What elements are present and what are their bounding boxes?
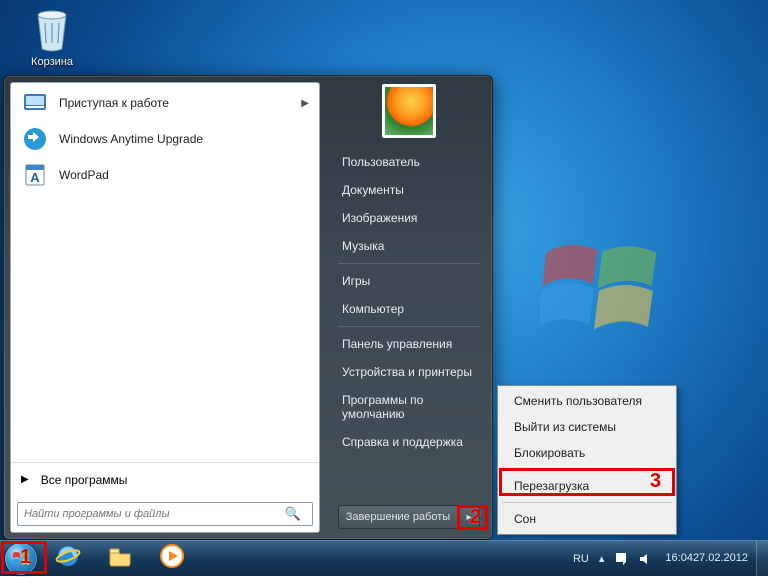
svg-text:A: A [30,170,40,185]
tray-show-hidden-icon[interactable]: ▴ [594,541,610,576]
link-computer[interactable]: Компьютер [326,295,492,323]
power-sleep[interactable]: Сон [500,506,674,532]
recycle-bin-desktop-icon[interactable]: Корзина [20,5,84,68]
separator [502,469,672,470]
power-restart[interactable]: Перезагрузка [500,473,674,499]
link-pictures[interactable]: Изображения [326,204,492,232]
search-box-container: 🔍 [17,502,313,526]
power-lock[interactable]: Блокировать [500,440,674,466]
media-player-icon [159,543,185,574]
start-menu-left-pane: Приступая к работе ▶ Windows Anytime Upg… [10,82,320,533]
power-log-off[interactable]: Выйти из системы [500,414,674,440]
submenu-arrow-icon: ▶ [301,98,309,109]
tray-volume-icon[interactable] [633,541,657,576]
avatar-image [385,87,433,135]
program-anytime-upgrade[interactable]: Windows Anytime Upgrade [13,121,317,157]
getting-started-icon [21,89,49,117]
wordpad-icon: A [21,161,49,189]
power-switch-user[interactable]: Сменить пользователя [500,388,674,414]
shutdown-menu-arrow[interactable]: ▸ [458,505,480,529]
tray-date: 27.02.2012 [693,552,748,565]
user-avatar[interactable] [382,84,436,138]
tray-action-center-icon[interactable] [609,541,633,576]
link-help-support[interactable]: Справка и поддержка [326,428,492,456]
windows-logo-watermark [540,230,660,340]
search-icon: 🔍 [285,506,301,522]
taskbar-pin-explorer[interactable] [95,544,145,574]
tray-time: 16:04 [665,552,693,565]
all-programs-label: Все программы [41,473,128,487]
all-programs-arrow-icon: ▶ [21,474,29,485]
shutdown-button[interactable]: Завершение работы [338,505,458,529]
start-menu-right-pane: Пользователь Документы Изображения Музык… [326,76,492,539]
program-label: Приступая к работе [59,96,169,110]
link-music[interactable]: Музыка [326,232,492,260]
link-games[interactable]: Игры [326,267,492,295]
file-explorer-icon [107,543,133,574]
search-input[interactable] [17,502,313,526]
separator [338,263,480,264]
tray-language[interactable]: RU [568,541,594,576]
power-options-submenu: Сменить пользователя Выйти из системы Бл… [497,385,677,535]
program-wordpad[interactable]: A WordPad [13,157,317,193]
start-orb-icon [5,543,37,575]
start-menu: Приступая к работе ▶ Windows Anytime Upg… [3,75,493,540]
link-user[interactable]: Пользователь [326,148,492,176]
recycle-bin-label: Корзина [31,56,73,68]
pinned-programs-list: Приступая к работе ▶ Windows Anytime Upg… [11,83,319,462]
separator [502,502,672,503]
program-label: Windows Anytime Upgrade [59,132,203,146]
program-label: WordPad [59,168,109,182]
taskbar: RU ▴ 16:04 27.02.2012 [0,540,768,576]
show-desktop-button[interactable] [756,541,768,577]
taskbar-pin-ie[interactable] [43,544,93,574]
recycle-bin-icon [31,5,73,53]
tray-clock[interactable]: 16:04 27.02.2012 [657,541,756,576]
program-getting-started[interactable]: Приступая к работе ▶ [13,85,317,121]
link-documents[interactable]: Документы [326,176,492,204]
system-tray: RU ▴ 16:04 27.02.2012 [568,541,768,576]
taskbar-pin-media-player[interactable] [147,544,197,574]
anytime-upgrade-icon [21,125,49,153]
link-default-programs[interactable]: Программы по умолчанию [326,386,492,428]
separator [338,326,480,327]
link-devices-printers[interactable]: Устройства и принтеры [326,358,492,386]
link-control-panel[interactable]: Панель управления [326,330,492,358]
shutdown-split-button: Завершение работы ▸ [338,505,480,529]
internet-explorer-icon [55,543,81,574]
start-button[interactable] [0,541,42,577]
all-programs-button[interactable]: ▶ Все программы [11,462,319,496]
